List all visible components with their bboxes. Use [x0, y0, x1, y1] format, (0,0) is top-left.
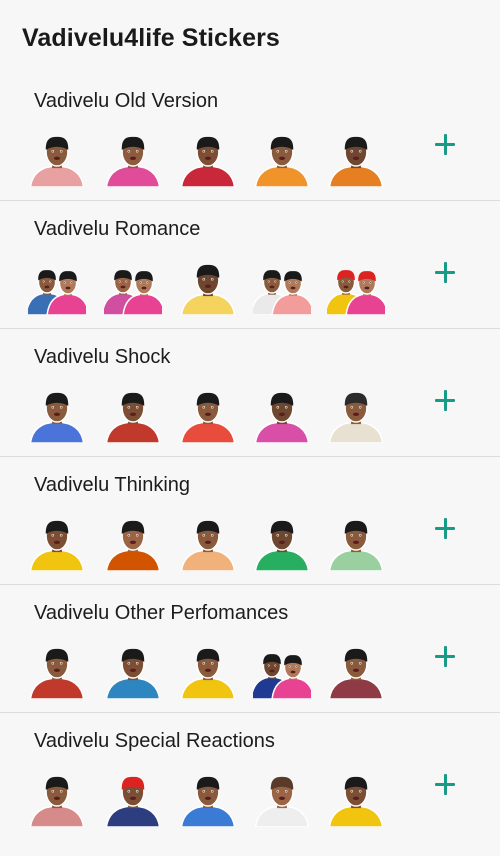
sticker-face-icon — [180, 776, 236, 827]
sticker-face-icon — [105, 520, 161, 571]
sticker-thumbnail — [327, 643, 385, 699]
sticker-face-icon — [328, 392, 384, 443]
sticker-thumbnail — [104, 643, 162, 699]
sticker-thumbnails — [28, 259, 408, 315]
sticker-pack-name: Vadivelu Other Perfomances — [34, 602, 289, 624]
add-pack-plus-icon[interactable] — [428, 128, 462, 162]
sticker-face-icon — [254, 392, 310, 443]
add-pack-plus-icon[interactable] — [428, 256, 462, 290]
sticker-thumbnails — [28, 131, 408, 187]
sticker-pack[interactable]: Vadivelu Old Version — [0, 73, 500, 201]
sticker-thumbnail — [253, 387, 311, 443]
sticker-thumbnails — [28, 515, 408, 571]
add-pack-plus-icon[interactable] — [428, 768, 462, 802]
sticker-face-icon — [180, 136, 236, 187]
sticker-duo-icon — [253, 654, 311, 699]
sticker-face-icon — [180, 264, 236, 315]
sticker-face-icon — [180, 392, 236, 443]
sticker-face-icon — [29, 648, 85, 699]
sticker-thumbnails — [28, 387, 408, 443]
sticker-thumbnail — [179, 387, 237, 443]
sticker-pack[interactable]: Vadivelu Thinking — [0, 457, 500, 585]
sticker-pack[interactable]: Vadivelu Romance — [0, 201, 500, 329]
sticker-duo-icon — [253, 270, 311, 315]
sticker-thumbnail — [104, 387, 162, 443]
sticker-face-icon — [105, 648, 161, 699]
sticker-thumbnail — [327, 259, 385, 315]
sticker-thumbnail — [28, 259, 86, 315]
sticker-duo-icon — [327, 270, 385, 315]
sticker-thumbnail — [104, 771, 162, 827]
add-pack-plus-icon[interactable] — [428, 512, 462, 546]
sticker-face-icon — [180, 648, 236, 699]
sticker-pack-list: Vadivelu Old Version Vadivelu Romance Va… — [0, 73, 500, 851]
sticker-face-icon — [180, 520, 236, 571]
sticker-thumbnail — [28, 643, 86, 699]
sticker-pack[interactable]: Vadivelu Shock — [0, 329, 500, 457]
sticker-face-icon — [29, 776, 85, 827]
sticker-thumbnail — [253, 515, 311, 571]
sticker-thumbnail — [179, 643, 237, 699]
sticker-thumbnail — [28, 515, 86, 571]
sticker-duo-icon — [104, 270, 162, 315]
sticker-pack-name: Vadivelu Special Reactions — [34, 730, 275, 752]
sticker-thumbnail — [327, 515, 385, 571]
sticker-face-icon — [105, 392, 161, 443]
sticker-face-icon — [105, 776, 161, 827]
sticker-face-icon — [328, 648, 384, 699]
sticker-thumbnail — [327, 771, 385, 827]
sticker-face-icon — [328, 136, 384, 187]
sticker-thumbnails — [28, 771, 408, 827]
sticker-thumbnail — [327, 387, 385, 443]
add-pack-plus-icon[interactable] — [428, 384, 462, 418]
sticker-thumbnail — [253, 259, 311, 315]
sticker-face-icon — [29, 136, 85, 187]
sticker-pack-name: Vadivelu Old Version — [34, 90, 219, 112]
sticker-pack-name: Vadivelu Thinking — [34, 474, 191, 496]
sticker-thumbnail — [253, 643, 311, 699]
sticker-pack-name: Vadivelu Shock — [34, 346, 171, 368]
sticker-face-icon — [254, 520, 310, 571]
sticker-thumbnail — [28, 131, 86, 187]
sticker-face-icon — [254, 776, 310, 827]
sticker-face-icon — [328, 520, 384, 571]
sticker-thumbnail — [28, 771, 86, 827]
sticker-face-icon — [105, 136, 161, 187]
sticker-thumbnail — [104, 259, 162, 315]
sticker-face-icon — [328, 776, 384, 827]
sticker-face-icon — [29, 520, 85, 571]
sticker-duo-icon — [28, 270, 86, 315]
sticker-thumbnail — [253, 771, 311, 827]
sticker-thumbnails — [28, 643, 408, 699]
sticker-thumbnail — [179, 259, 237, 315]
sticker-face-icon — [254, 136, 310, 187]
sticker-pack[interactable]: Vadivelu Other Perfomances — [0, 585, 500, 713]
sticker-thumbnail — [179, 131, 237, 187]
sticker-thumbnail — [179, 771, 237, 827]
sticker-thumbnail — [179, 515, 237, 571]
app-title: Vadivelu4life Stickers — [22, 24, 280, 52]
sticker-face-icon — [29, 392, 85, 443]
sticker-thumbnail — [327, 131, 385, 187]
sticker-pack-name: Vadivelu Romance — [34, 218, 201, 240]
sticker-thumbnail — [28, 387, 86, 443]
add-pack-plus-icon[interactable] — [428, 640, 462, 674]
sticker-thumbnail — [253, 131, 311, 187]
sticker-thumbnail — [104, 131, 162, 187]
sticker-thumbnail — [104, 515, 162, 571]
sticker-pack[interactable]: Vadivelu Special Reactions — [0, 713, 500, 851]
